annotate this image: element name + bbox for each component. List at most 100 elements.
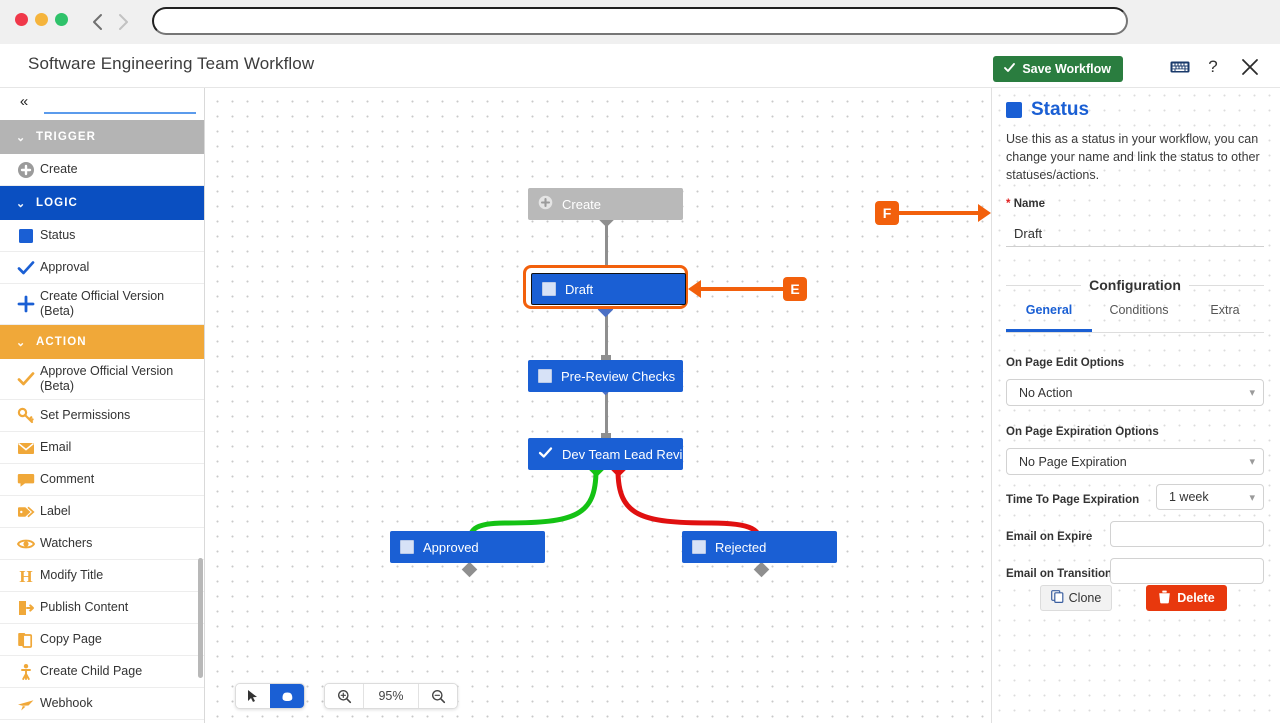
callout-f-arrowhead <box>978 204 991 222</box>
tab-extra[interactable]: Extra <box>1186 303 1264 332</box>
name-input[interactable] <box>1006 220 1264 247</box>
sidebar-item-create-child-page[interactable]: Create Child Page <box>0 656 204 688</box>
sidebar-search-row: « <box>0 88 204 120</box>
chevron-right-icon[interactable] <box>110 9 136 35</box>
heading-h-icon: H <box>12 567 40 585</box>
workflow-node-approved[interactable]: Approved <box>390 531 545 563</box>
square-icon <box>400 540 414 554</box>
close-icon[interactable] <box>1238 56 1262 80</box>
properties-panel: Status Use this as a status in your work… <box>991 88 1280 723</box>
workflow-node-label: Approved <box>423 540 479 555</box>
eye-icon <box>12 535 40 553</box>
tag-icon <box>12 503 40 521</box>
zoom-out-icon[interactable] <box>419 684 457 708</box>
zoom-level-label: 95% <box>363 684 419 708</box>
publish-icon <box>12 599 40 617</box>
chevron-down-icon: ⌄ <box>16 336 26 349</box>
search-input[interactable] <box>44 92 196 114</box>
workflow-node-create[interactable]: Create <box>528 188 683 220</box>
webhook-plane-icon <box>12 695 40 713</box>
hand-icon[interactable] <box>270 684 304 708</box>
plus-circle-icon <box>12 161 40 179</box>
sidebar-item-publish-content[interactable]: Publish Content <box>0 592 204 624</box>
callout-e-line <box>701 287 785 291</box>
sidebar-item-create-official-version-beta[interactable]: Create Official Version (Beta) <box>0 284 204 325</box>
callout-badge-f: F <box>875 201 899 225</box>
workflow-node-pre-review-checks[interactable]: Pre-Review Checks <box>528 360 683 392</box>
time-to-page-expiration-select[interactable]: 1 week ▾ <box>1156 484 1264 510</box>
window-maximize-traffic-light[interactable] <box>55 13 68 26</box>
svg-text:H: H <box>19 567 32 585</box>
sidebar-item-label: Label <box>40 504 71 519</box>
keyboard-icon[interactable] <box>1170 60 1190 79</box>
sidebar-item-webhook[interactable]: Webhook <box>0 688 204 720</box>
configuration-tabs: General Conditions Extra <box>1006 303 1264 333</box>
main-region: « ⌄TRIGGERCreate⌄LOGICStatusApprovalCrea… <box>0 88 1280 723</box>
sidebar-item-comment[interactable]: Comment <box>0 464 204 496</box>
sidebar-item-status[interactable]: Status <box>0 220 204 252</box>
workflow-node-dev-team-lead-review[interactable]: Dev Team Lead Revi... <box>528 438 683 470</box>
square-icon <box>542 282 556 296</box>
double-chevron-left-icon[interactable]: « <box>12 91 36 113</box>
sidebar-group-label: TRIGGER <box>36 131 96 143</box>
email-on-expire-input[interactable] <box>1110 521 1264 547</box>
speech-bubble-icon <box>12 471 40 489</box>
save-workflow-label: Save Workflow <box>1022 62 1111 76</box>
workflow-node-label: Pre-Review Checks <box>561 369 675 384</box>
zoom-in-icon[interactable] <box>325 684 363 708</box>
port-approved-out[interactable] <box>462 562 478 578</box>
workflow-node-label: Rejected <box>715 540 766 555</box>
window-close-traffic-light[interactable] <box>15 13 28 26</box>
workflow-node-label: Create <box>562 197 601 212</box>
sidebar-item-approval[interactable]: Approval <box>0 252 204 284</box>
on-page-expiration-options-select[interactable]: No Page Expiration ▾ <box>1006 448 1264 475</box>
email-on-transition-input[interactable] <box>1110 558 1264 584</box>
branch-edges <box>205 88 991 723</box>
zoom-control-group: 95% <box>324 683 458 709</box>
sidebar-item-create[interactable]: Create <box>0 154 204 186</box>
chevron-left-icon[interactable] <box>85 9 111 35</box>
address-bar[interactable] <box>152 7 1128 35</box>
sidebar-item-label: Copy Page <box>40 632 102 647</box>
sidebar-list: ⌄TRIGGERCreate⌄LOGICStatusApprovalCreate… <box>0 120 204 720</box>
panel-title-label: Status <box>1031 99 1089 121</box>
copy-page-icon <box>12 631 40 649</box>
sidebar-item-copy-page[interactable]: Copy Page <box>0 624 204 656</box>
sidebar-item-label: Create Official Version (Beta) <box>40 289 196 319</box>
child-page-icon <box>12 663 40 681</box>
sidebar-item-label: Create Child Page <box>40 664 142 679</box>
cursor-arrow-icon[interactable] <box>236 684 270 708</box>
clone-button[interactable]: Clone <box>1040 585 1112 611</box>
required-marker: * <box>1006 198 1010 210</box>
workflow-node-label: Dev Team Lead Revi... <box>562 447 683 462</box>
save-workflow-button[interactable]: Save Workflow <box>993 56 1123 82</box>
chevron-down-icon: ▾ <box>1249 455 1255 468</box>
sidebar-item-label[interactable]: Label <box>0 496 204 528</box>
sidebar-item-watchers[interactable]: Watchers <box>0 528 204 560</box>
time-to-page-expiration-value: 1 week <box>1169 490 1249 504</box>
sidebar-scrollbar[interactable] <box>198 558 203 678</box>
workflow-node-draft[interactable]: Draft <box>531 273 686 305</box>
sidebar-group-logic[interactable]: ⌄LOGIC <box>0 186 204 220</box>
sidebar-group-action[interactable]: ⌄ACTION <box>0 325 204 359</box>
port-rejected-out[interactable] <box>754 562 770 578</box>
page-title: Software Engineering Team Workflow <box>28 54 314 74</box>
workflow-node-rejected[interactable]: Rejected <box>682 531 837 563</box>
sidebar-item-approve-official-version-beta[interactable]: Approve Official Version (Beta) <box>0 359 204 400</box>
tab-general[interactable]: General <box>1006 303 1092 332</box>
sidebar-item-set-permissions[interactable]: Set Permissions <box>0 400 204 432</box>
tab-conditions[interactable]: Conditions <box>1092 303 1186 332</box>
sidebar-group-trigger[interactable]: ⌄TRIGGER <box>0 120 204 154</box>
canvas-tool-group <box>235 683 305 709</box>
sidebar-item-label: Create <box>40 162 78 177</box>
plus-circle-icon <box>538 195 553 213</box>
sidebar-item-email[interactable]: Email <box>0 432 204 464</box>
sidebar-item-modify-title[interactable]: HModify Title <box>0 560 204 592</box>
panel-title: Status <box>1006 99 1089 121</box>
on-page-edit-options-select[interactable]: No Action ▾ <box>1006 379 1264 406</box>
help-button[interactable]: ? <box>1202 55 1224 79</box>
window-minimize-traffic-light[interactable] <box>35 13 48 26</box>
workflow-canvas[interactable]: Create Draft Pre-Review Checks Dev Team … <box>205 88 991 723</box>
delete-button[interactable]: Delete <box>1146 585 1227 611</box>
callout-badge-e: E <box>783 277 807 301</box>
